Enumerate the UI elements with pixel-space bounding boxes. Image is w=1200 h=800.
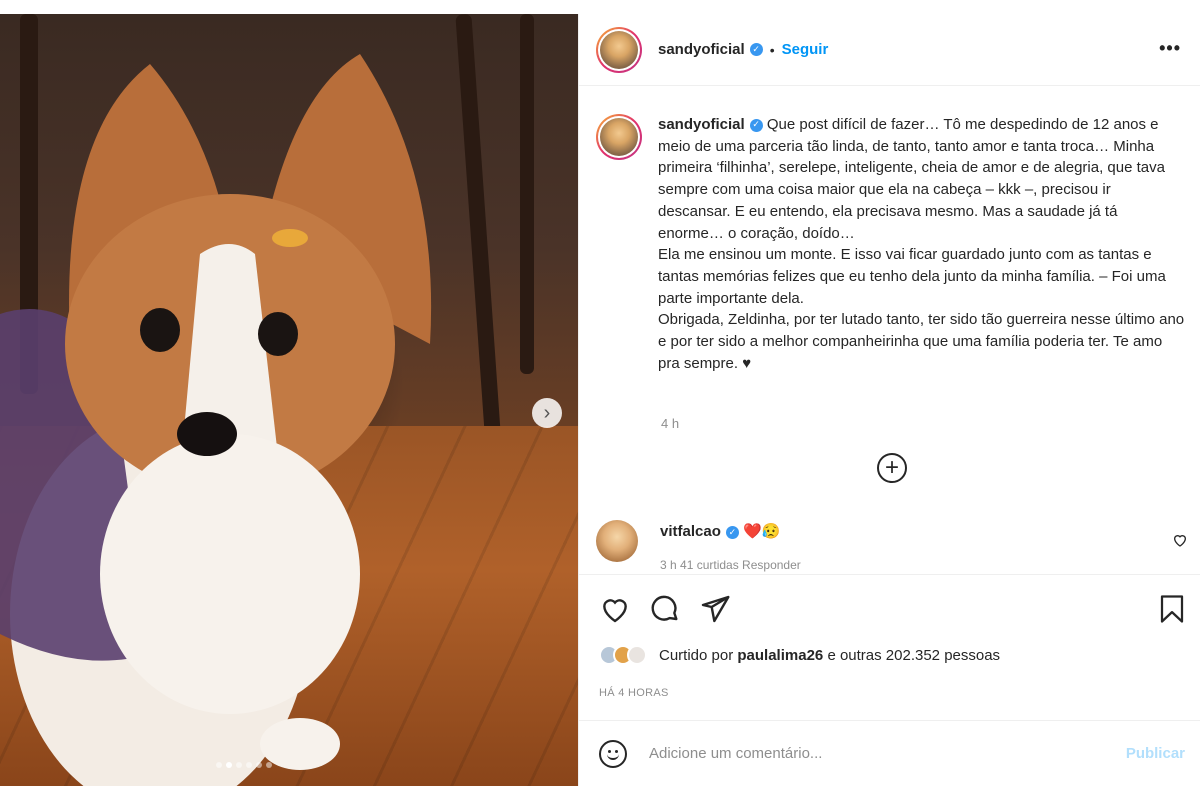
comment-username[interactable]: vitfalcao: [660, 523, 721, 540]
add-comment-bar: Publicar: [579, 720, 1200, 786]
carousel-dot-active: [226, 762, 232, 768]
carousel-dot: [246, 762, 252, 768]
carousel-indicator: [216, 762, 272, 768]
comment-like-icon[interactable]: [1172, 532, 1188, 548]
post-media[interactable]: ›: [0, 14, 578, 786]
hair-clip: [272, 229, 308, 247]
dog-eye-left: [140, 308, 180, 352]
caption-avatar[interactable]: [596, 114, 642, 160]
post-timestamp[interactable]: HÁ 4 HORAS: [599, 687, 669, 699]
author-username[interactable]: sandyoficial: [658, 41, 745, 58]
post-header: sandyoficial ✓ • Seguir •••: [579, 14, 1200, 86]
caption: sandyoficial ✓ Que post difícil de fazer……: [596, 114, 1186, 374]
caption-body: Que post difícil de fazer… Tô me despedi…: [658, 116, 1165, 242]
likes-summary: Curtido por paulalima26 e outras 202.352…: [599, 645, 1000, 665]
next-slide-button[interactable]: ›: [532, 398, 562, 428]
verified-badge-icon: ✓: [749, 118, 763, 132]
comment-input[interactable]: [649, 745, 1109, 762]
caption-time[interactable]: 4 h: [661, 416, 679, 431]
liked-by-user[interactable]: paulalima26: [737, 647, 823, 664]
share-icon[interactable]: [699, 593, 731, 625]
carousel-dot: [256, 762, 262, 768]
liked-by-prefix: Curtido por: [659, 646, 734, 664]
caption-body-2: Ela me ensinou um monte. E isso vai fica…: [658, 246, 1166, 307]
caption-body-3: Obrigada, Zeldinha, por ter lutado tanto…: [658, 311, 1185, 372]
comment-icon[interactable]: [649, 593, 681, 625]
dog-nose: [177, 412, 237, 456]
comment-meta: 3 h 41 curtidas Responder: [660, 558, 801, 572]
avatar[interactable]: [596, 26, 642, 73]
load-more-comments-button[interactable]: +: [877, 453, 907, 483]
comment-avatar[interactable]: [596, 520, 638, 562]
heart-icon[interactable]: [599, 593, 631, 625]
dog-chest: [100, 434, 360, 714]
avatar-image: [600, 118, 638, 156]
follow-button[interactable]: Seguir: [782, 41, 829, 58]
liked-by-count[interactable]: e outras 202.352 pessoas: [827, 647, 1000, 664]
bookmark-icon[interactable]: [1157, 593, 1187, 625]
publish-button[interactable]: Publicar: [1126, 745, 1185, 762]
emoji-icon[interactable]: [599, 739, 627, 768]
carousel-dot: [236, 762, 242, 768]
comment-item: vitfalcao ✓ ❤️😥 3 h 41 curtidas Responder: [596, 520, 1196, 572]
verified-badge-icon: ✓: [725, 525, 739, 539]
caption-text: sandyoficial ✓ Que post difícil de fazer……: [658, 114, 1186, 374]
comment-text: ❤️😥: [743, 523, 781, 540]
caption-username[interactable]: sandyoficial: [658, 116, 745, 133]
carousel-dot: [216, 762, 222, 768]
carousel-dot: [266, 762, 272, 768]
dog-paw: [260, 718, 340, 770]
plus-circle-icon: +: [884, 454, 899, 481]
avatar-image: [600, 30, 638, 69]
verified-badge-icon: ✓: [749, 43, 763, 56]
post-detail-panel: sandyoficial ✓ • Seguir ••• sandyoficial…: [578, 14, 1200, 786]
liker-avatar: [627, 645, 647, 665]
dog-photo: [0, 54, 432, 786]
more-options-icon[interactable]: •••: [1159, 38, 1181, 59]
dog-eye-right: [258, 312, 298, 356]
chevron-right-icon: ›: [543, 401, 551, 424]
separator: •: [769, 41, 775, 58]
